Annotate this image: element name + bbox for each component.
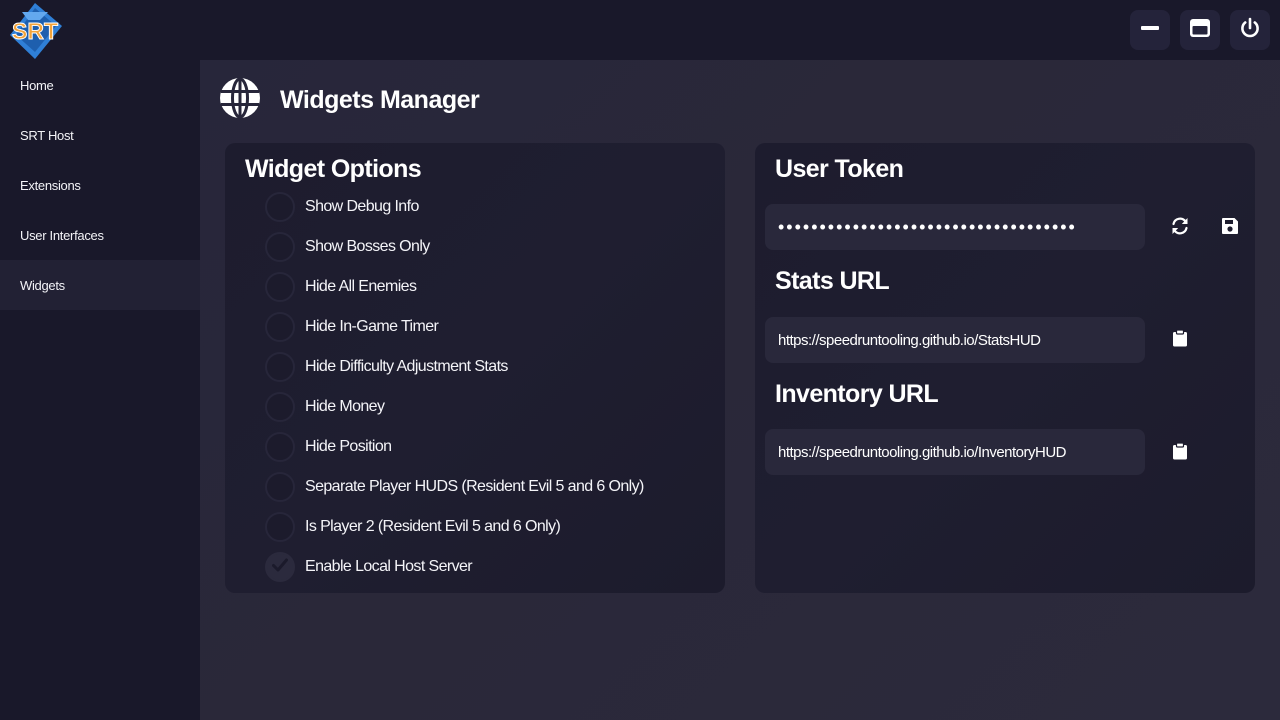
sidebar-item-srt-host[interactable]: SRT Host <box>0 110 200 160</box>
checkbox-checked[interactable] <box>265 552 295 582</box>
save-token-button[interactable] <box>1216 214 1244 242</box>
checkbox[interactable] <box>265 512 295 542</box>
globe-icon <box>220 77 260 123</box>
power-button[interactable] <box>1230 10 1270 50</box>
checkbox[interactable] <box>265 272 295 302</box>
page-title: Widgets Manager <box>280 85 480 114</box>
svg-text:SRT: SRT <box>12 18 58 44</box>
checkbox[interactable] <box>265 392 295 422</box>
page-header: Widgets Manager <box>220 77 480 123</box>
option-label: Hide In-Game Timer <box>305 318 439 335</box>
widget-options-title: Widget Options <box>245 155 422 183</box>
sidebar-item-label: Widgets <box>20 277 65 293</box>
option-label: Hide Difficulty Adjustment Stats <box>305 358 508 375</box>
refresh-token-button[interactable] <box>1166 214 1194 242</box>
title-bar: SRT <box>0 0 1280 60</box>
sidebar-item-extensions[interactable]: Extensions <box>0 160 200 210</box>
option-hide-in-game-timer[interactable]: Hide In-Game Timer <box>265 311 439 343</box>
option-hide-money[interactable]: Hide Money <box>265 391 385 423</box>
minimize-button[interactable] <box>1130 10 1170 50</box>
checkmark-icon <box>272 558 288 577</box>
srt-logo: SRT <box>4 2 66 60</box>
option-label: Hide Money <box>305 398 385 415</box>
stats-url-input[interactable] <box>778 331 1138 349</box>
power-icon <box>1239 17 1261 44</box>
stats-url-title: Stats URL <box>775 267 890 295</box>
copy-stats-url-button[interactable] <box>1166 326 1194 354</box>
option-hide-all-enemies[interactable]: Hide All Enemies <box>265 271 417 303</box>
option-hide-difficulty-adjustment-stats[interactable]: Hide Difficulty Adjustment Stats <box>265 351 508 383</box>
checkbox[interactable] <box>265 312 295 342</box>
checkbox[interactable] <box>265 472 295 502</box>
refresh-icon <box>1170 216 1190 241</box>
sidebar: Home SRT Host Extensions User Interfaces… <box>0 60 200 720</box>
user-token-field[interactable] <box>765 204 1145 250</box>
sidebar-item-label: Extensions <box>20 177 81 193</box>
checkbox[interactable] <box>265 192 295 222</box>
maximize-button[interactable] <box>1180 10 1220 50</box>
option-label: Hide All Enemies <box>305 278 417 295</box>
main-content: Widgets Manager Widget Options Show Debu… <box>200 60 1280 720</box>
option-show-debug-info[interactable]: Show Debug Info <box>265 191 419 223</box>
option-label: Enable Local Host Server <box>305 558 473 575</box>
option-label: Hide Position <box>305 438 392 455</box>
copy-inventory-url-button[interactable] <box>1166 439 1194 467</box>
clipboard-icon <box>1172 441 1188 465</box>
minimize-icon <box>1140 18 1160 43</box>
maximize-icon <box>1189 18 1211 43</box>
inventory-url-field[interactable] <box>765 429 1145 475</box>
user-token-input[interactable] <box>778 216 1138 238</box>
option-enable-local-host-server[interactable]: Enable Local Host Server <box>265 551 473 583</box>
inventory-url-title: Inventory URL <box>775 380 939 408</box>
option-label: Is Player 2 (Resident Evil 5 and 6 Only) <box>305 518 561 535</box>
widget-options-panel: Widget Options Show Debug Info Show Boss… <box>225 143 725 593</box>
option-show-bosses-only[interactable]: Show Bosses Only <box>265 231 430 263</box>
stats-url-field[interactable] <box>765 317 1145 363</box>
save-icon <box>1221 217 1239 240</box>
clipboard-icon <box>1172 328 1188 352</box>
urls-panel: User Token Stats <box>755 143 1255 593</box>
checkbox[interactable] <box>265 352 295 382</box>
checkbox[interactable] <box>265 232 295 262</box>
option-label: Separate Player HUDS (Resident Evil 5 an… <box>305 478 644 495</box>
sidebar-item-label: Home <box>20 77 54 93</box>
sidebar-item-label: User Interfaces <box>20 227 104 243</box>
sidebar-item-user-interfaces[interactable]: User Interfaces <box>0 210 200 260</box>
sidebar-item-widgets[interactable]: Widgets <box>0 260 200 310</box>
option-hide-position[interactable]: Hide Position <box>265 431 392 463</box>
option-label: Show Bosses Only <box>305 238 430 255</box>
sidebar-item-label: SRT Host <box>20 127 74 143</box>
checkbox[interactable] <box>265 432 295 462</box>
option-label: Show Debug Info <box>305 198 419 215</box>
user-token-title: User Token <box>775 155 904 183</box>
sidebar-item-home[interactable]: Home <box>0 60 200 110</box>
inventory-url-input[interactable] <box>778 443 1138 461</box>
option-is-player-2[interactable]: Is Player 2 (Resident Evil 5 and 6 Only) <box>265 511 561 543</box>
option-separate-player-huds[interactable]: Separate Player HUDS (Resident Evil 5 an… <box>265 471 644 503</box>
